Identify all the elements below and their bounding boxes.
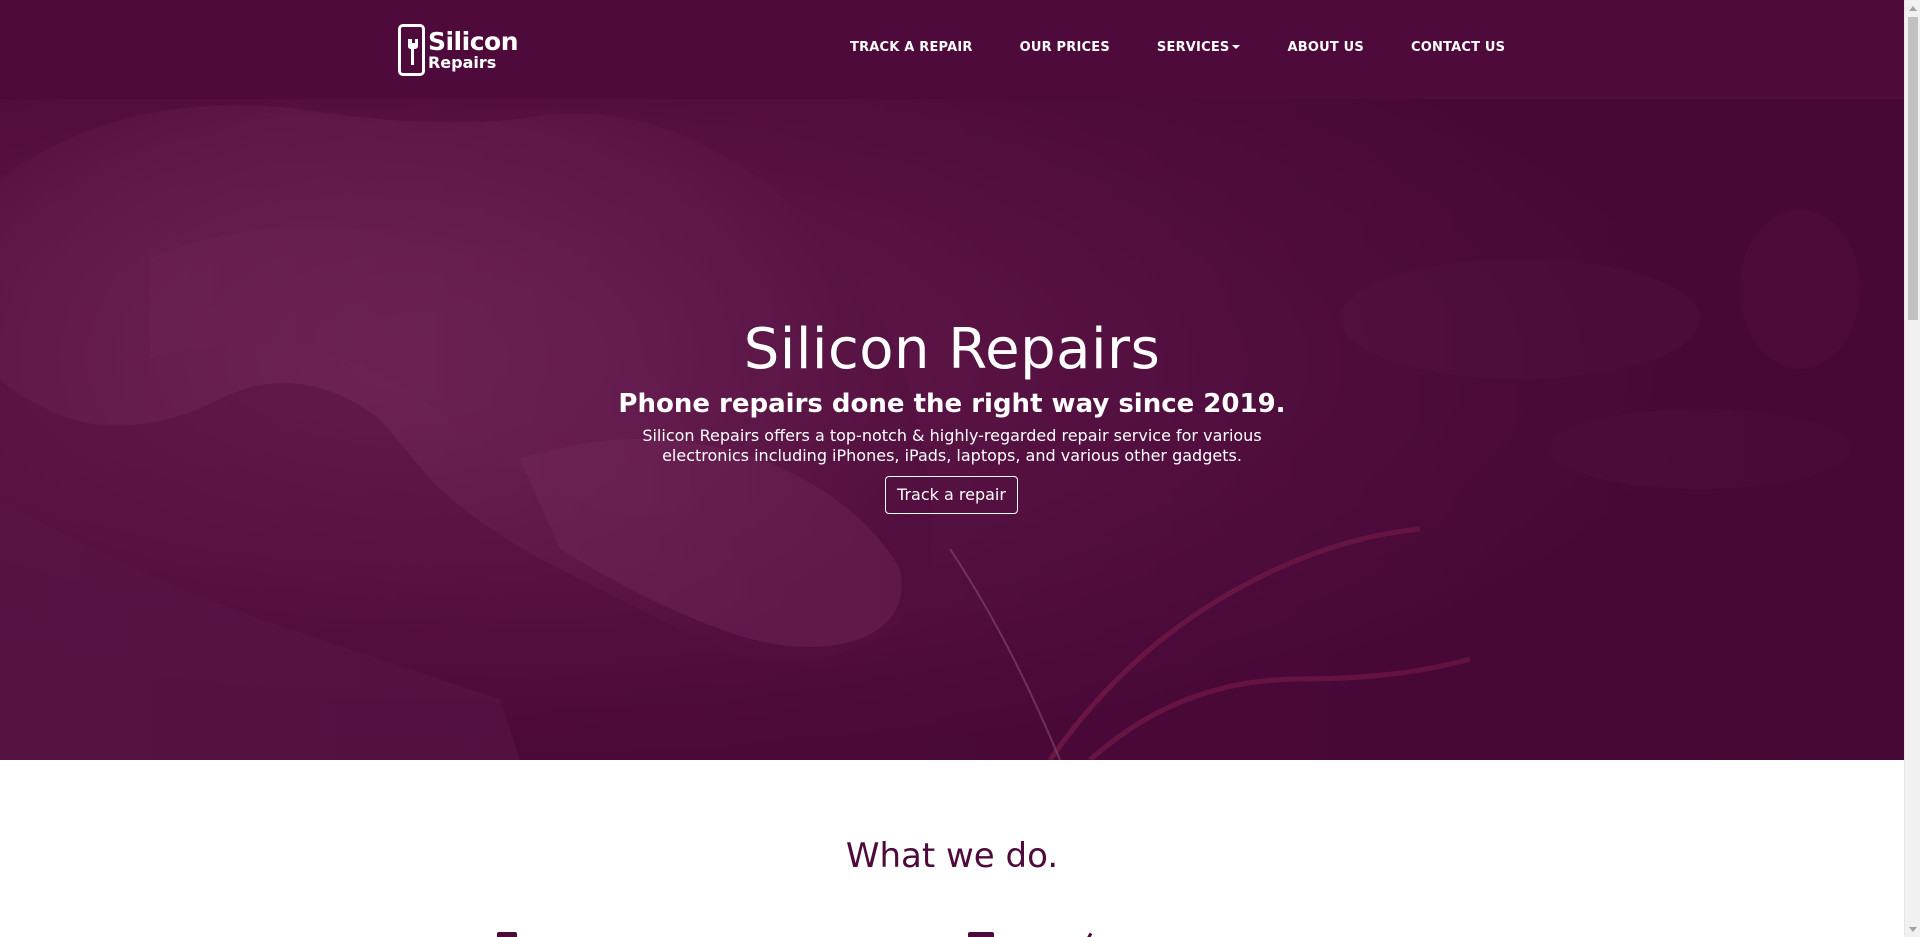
brand-name: Silicon Repairs: [427, 27, 519, 72]
hero-section: Silicon Repairs Phone repairs done the r…: [0, 99, 1904, 760]
service-icon-mark: [1086, 932, 1093, 937]
navbar: Silicon Repairs TRACK A REPAIR OUR PRICE…: [0, 0, 1904, 99]
phone-wrench-icon: [398, 24, 425, 76]
main-nav: TRACK A REPAIR OUR PRICES SERVICES ABOUT…: [850, 40, 1505, 55]
service-icon-right: [968, 932, 994, 937]
hero-subtitle: Phone repairs done the right way since 2…: [618, 389, 1286, 419]
nav-track-a-repair[interactable]: TRACK A REPAIR: [850, 40, 973, 55]
scroll-up-arrow-icon[interactable]: [1905, 0, 1920, 16]
nav-contact-us[interactable]: CONTACT US: [1411, 40, 1505, 55]
brand-line1: Silicon: [427, 27, 519, 56]
nav-services-label: SERVICES: [1156, 40, 1230, 55]
scroll-down-arrow-icon[interactable]: [1905, 921, 1920, 937]
nav-our-prices[interactable]: OUR PRICES: [1020, 40, 1110, 55]
what-we-do-section: What we do.: [0, 760, 1904, 937]
brand-line2: Repairs: [427, 53, 497, 72]
section-title: What we do.: [845, 836, 1059, 876]
caret-down-icon: [1232, 44, 1241, 49]
wrench-icon: [408, 39, 418, 65]
track-repair-button[interactable]: Track a repair: [885, 476, 1018, 514]
nav-about-us[interactable]: ABOUT US: [1287, 40, 1364, 55]
brand-logo[interactable]: Silicon Repairs: [398, 23, 519, 77]
page: Silicon Repairs TRACK A REPAIR OUR PRICE…: [0, 0, 1920, 937]
hero-description: Silicon Repairs offers a top-notch & hig…: [642, 426, 1262, 465]
service-icon-left: [497, 932, 517, 937]
nav-services-dropdown[interactable]: SERVICES: [1157, 40, 1241, 55]
vertical-scrollbar[interactable]: [1904, 0, 1920, 937]
scrollbar-thumb[interactable]: [1908, 17, 1918, 320]
hero-title: Silicon Repairs: [743, 317, 1161, 382]
